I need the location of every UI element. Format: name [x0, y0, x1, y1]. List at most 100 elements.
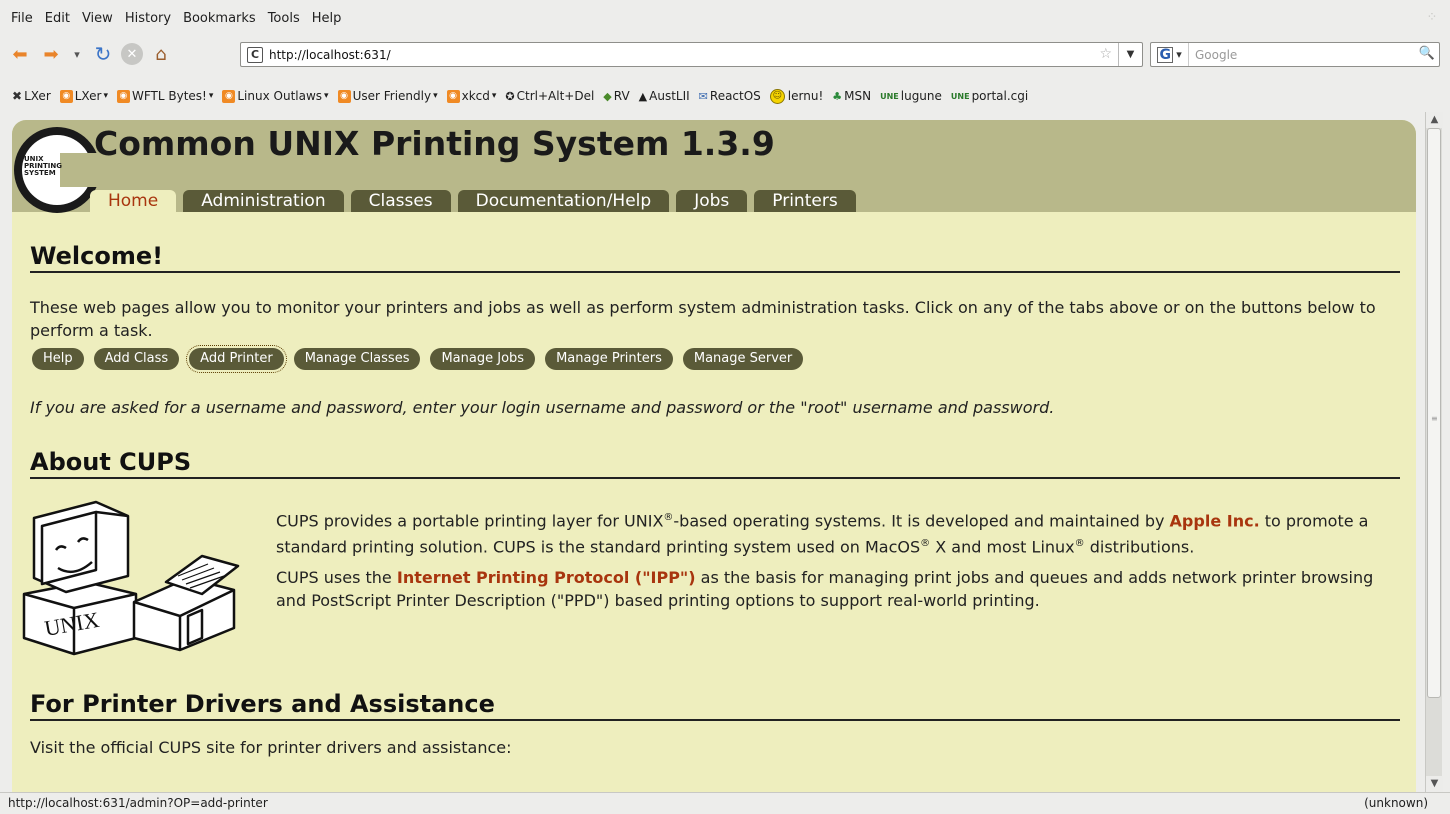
bookmark-rv[interactable]: ◆ RV [603, 89, 629, 103]
menu-file[interactable]: File [11, 11, 33, 26]
status-security: (unknown) [1364, 796, 1428, 810]
x-icon: ✖ [12, 89, 23, 103]
forward-icon[interactable]: ➡ [38, 41, 64, 67]
chevron-down-icon: ▾ [491, 91, 497, 101]
rss-icon: ◉ [337, 89, 351, 103]
austlii-icon: ▲ [638, 89, 648, 103]
msn-icon: ♣ [832, 89, 843, 103]
action-buttons: Help Add Class Add Printer Manage Classe… [32, 345, 813, 373]
bookmark-linux-outlaws[interactable]: ◉ Linux Outlaws ▾ [222, 89, 329, 103]
cad-icon: ✪ [505, 89, 515, 103]
cube-icon: ◆ [603, 89, 612, 103]
manage-printers-button[interactable]: Manage Printers [545, 348, 673, 370]
manage-server-button[interactable]: Manage Server [682, 348, 804, 370]
chevron-down-icon: ▾ [208, 91, 214, 101]
bookmark-lernu[interactable]: ☺ lernu! [769, 88, 823, 104]
site-favicon-icon: C [247, 46, 263, 63]
home-icon[interactable]: ⌂ [148, 41, 174, 67]
url-text[interactable]: http://localhost:631/ [269, 48, 391, 62]
drivers-text: Visit the official CUPS site for printer… [30, 738, 512, 757]
bookmark-lxer-feed[interactable]: ◉ LXer ▾ [59, 89, 108, 103]
help-button[interactable]: Help [32, 348, 84, 370]
add-class-button[interactable]: Add Class [93, 348, 180, 370]
smiley-icon: ☺ [769, 88, 785, 104]
rss-icon: ◉ [116, 89, 130, 103]
apple-link[interactable]: Apple Inc. [1170, 511, 1260, 530]
menu-tools[interactable]: Tools [268, 11, 300, 26]
tab-bar: Home Administration Classes Documentatio… [90, 190, 863, 212]
back-icon[interactable]: ⬅ [7, 41, 33, 67]
bookmark-ctrl-alt-del[interactable]: ✪ Ctrl+Alt+Del [505, 89, 594, 103]
tab-printers[interactable]: Printers [754, 190, 856, 212]
scroll-down-icon[interactable]: ▼ [1426, 776, 1443, 792]
add-printer-button[interactable]: Add Printer [186, 345, 287, 373]
search-placeholder[interactable]: Google [1195, 48, 1237, 62]
page-viewport: UNIX PRINTING SYSTEM Common UNIX Printin… [0, 112, 1425, 792]
status-url: http://localhost:631/admin?OP=add-printe… [8, 796, 268, 810]
cups-illustration: UNIX [22, 500, 240, 656]
bookmark-reactos[interactable]: ✉ ReactOS [699, 89, 761, 103]
manage-classes-button[interactable]: Manage Classes [293, 348, 421, 370]
tab-administration[interactable]: Administration [183, 190, 344, 212]
menu-bar: File Edit View History Bookmarks Tools H… [0, 0, 1450, 36]
ipp-link[interactable]: Internet Printing Protocol ("IPP") [397, 568, 696, 587]
google-icon: G [1157, 46, 1174, 63]
bookmark-wftl-bytes[interactable]: ◉ WFTL Bytes! ▾ [116, 89, 214, 103]
bookmark-austlii[interactable]: ▲ AustLII [639, 89, 690, 103]
page-title: Common UNIX Printing System 1.3.9 [94, 124, 775, 163]
url-dropdown-icon[interactable]: ▼ [1118, 43, 1142, 66]
history-dropdown-icon[interactable]: ▾ [69, 41, 85, 67]
cups-page: UNIX PRINTING SYSTEM Common UNIX Printin… [12, 120, 1416, 792]
bookmark-user-friendly[interactable]: ◉ User Friendly ▾ [337, 89, 438, 103]
welcome-heading: Welcome! [30, 242, 1400, 273]
cups-header: UNIX PRINTING SYSTEM Common UNIX Printin… [12, 120, 1416, 213]
tab-documentation-help[interactable]: Documentation/Help [457, 190, 670, 212]
welcome-text: These web pages allow you to monitor you… [30, 298, 1376, 340]
throbber-icon: ⁘ [1426, 10, 1438, 25]
tab-classes[interactable]: Classes [350, 190, 451, 212]
cups-logo[interactable]: UNIX PRINTING SYSTEM [14, 127, 106, 213]
tab-jobs[interactable]: Jobs [676, 190, 748, 212]
bookmark-lxer[interactable]: ✖ LXer [12, 89, 51, 103]
rss-icon: ◉ [446, 89, 460, 103]
search-magnifier-icon[interactable]: 🔍 [1419, 46, 1435, 61]
chevron-down-icon: ▾ [324, 91, 329, 101]
stop-icon[interactable]: ✕ [121, 43, 143, 65]
bookmark-portal-cgi[interactable]: UNE portal.cgi [951, 89, 1028, 103]
scroll-thumb[interactable]: ≡ [1427, 128, 1441, 698]
menu-edit[interactable]: Edit [45, 11, 70, 26]
menu-bookmarks[interactable]: Bookmarks [183, 11, 256, 26]
vertical-scrollbar[interactable]: ▲ ≡ ▼ [1425, 112, 1443, 792]
grip-icon: ≡ [1431, 414, 1438, 423]
bookmark-star-icon[interactable]: ☆ [1099, 46, 1112, 62]
bookmark-xkcd[interactable]: ◉ xkcd ▾ [446, 89, 497, 103]
une-icon: UNE [880, 91, 899, 101]
drivers-heading: For Printer Drivers and Assistance [30, 690, 1400, 721]
chevron-down-icon: ▾ [103, 91, 108, 101]
about-heading: About CUPS [30, 448, 1400, 479]
rss-icon: ◉ [222, 89, 236, 103]
status-bar: http://localhost:631/admin?OP=add-printe… [0, 792, 1450, 814]
manage-jobs-button[interactable]: Manage Jobs [430, 348, 536, 370]
chevron-down-icon: ▾ [433, 91, 438, 101]
chevron-down-icon: ▾ [1176, 48, 1182, 61]
reactos-icon: ✉ [698, 89, 708, 103]
login-note: If you are asked for a username and pass… [30, 398, 1055, 417]
about-paragraph-1: CUPS provides a portable printing layer … [276, 511, 1369, 557]
rss-icon: ◉ [59, 89, 73, 103]
logo-text: UNIX PRINTING SYSTEM [24, 155, 62, 177]
search-engine-selector[interactable]: G ▾ [1151, 43, 1189, 66]
menu-history[interactable]: History [125, 11, 171, 26]
menu-help[interactable]: Help [312, 11, 342, 26]
bookmarks-toolbar: ✖ LXer ◉ LXer ▾ ◉ WFTL Bytes! ▾ ◉ Linux Outlaw… [0, 84, 1450, 108]
url-bar[interactable]: C http://localhost:631/ ☆ ▼ [240, 42, 1143, 67]
about-paragraph-2: CUPS uses the Internet Printing Protocol… [276, 568, 1374, 610]
bookmark-msn[interactable]: ♣ MSN [832, 89, 871, 103]
reload-icon[interactable]: ↻ [90, 41, 116, 67]
une-icon: UNE [950, 91, 970, 101]
bookmark-lugune[interactable]: UNE lugune [880, 89, 942, 103]
scroll-up-icon[interactable]: ▲ [1426, 112, 1443, 128]
search-box[interactable]: G ▾ Google 🔍 [1150, 42, 1440, 67]
tab-home[interactable]: Home [90, 190, 177, 212]
menu-view[interactable]: View [82, 11, 113, 26]
